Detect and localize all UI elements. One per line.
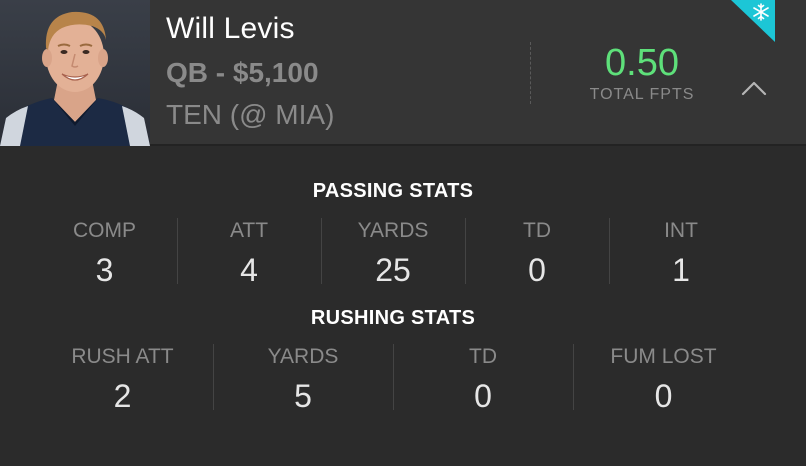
total-fpts-value: 0.50 [605, 42, 679, 84]
stat-value: 3 [95, 252, 114, 288]
player-name: Will Levis [166, 12, 295, 45]
stat-value: 1 [672, 252, 690, 288]
total-fpts-label: TOTAL FPTS [589, 86, 695, 103]
player-photo [0, 0, 150, 146]
stat-label: FUM LOST [610, 345, 717, 368]
stat-label: ATT [229, 219, 269, 242]
stat-rush-att: RUSH ATT 2 [32, 344, 213, 416]
stat-value: 2 [113, 378, 132, 414]
stat-label: YARDS [357, 219, 429, 242]
position-salary: QB - $5,100 [166, 57, 319, 88]
stat-value: 25 [375, 252, 411, 288]
stat-value: 0 [474, 378, 492, 414]
stat-label: YARDS [267, 345, 339, 368]
stat-comp: COMP 3 [32, 218, 177, 290]
stat-yards: YARDS 25 [321, 218, 465, 290]
matchup: TEN (@ MIA) [166, 99, 335, 130]
stat-rush-yards: YARDS 5 [213, 344, 393, 416]
stat-label: COMP [73, 219, 136, 242]
player-stats-card: Will Levis QB - $5,100 TEN (@ MIA) 0.50 … [0, 0, 806, 466]
collapse-button[interactable] [738, 76, 770, 100]
chevron-up-icon [741, 81, 767, 96]
header-divider [530, 42, 531, 104]
stat-rush-td: TD 0 [393, 344, 573, 416]
rushing-stats-title: RUSHING STATS [310, 307, 476, 329]
stat-value: 4 [240, 252, 258, 288]
passing-stats-row: COMP 3 ATT 4 YARDS 25 TD 0 INT 1 [32, 218, 753, 290]
stat-label: RUSH ATT [71, 345, 174, 368]
player-header[interactable]: Will Levis QB - $5,100 TEN (@ MIA) 0.50 … [0, 0, 806, 146]
stat-int: INT 1 [609, 218, 753, 290]
stat-label: TD [469, 345, 497, 368]
corner-badge [731, 0, 775, 42]
rushing-stats-row: RUSH ATT 2 YARDS 5 TD 0 FUM LOST 0 [32, 344, 754, 416]
stat-att: ATT 4 [177, 218, 321, 290]
stat-fum-lost: FUM LOST 0 [573, 344, 754, 416]
stat-value: 0 [528, 252, 546, 288]
stat-label: TD [523, 219, 551, 242]
stat-td: TD 0 [465, 218, 609, 290]
stat-label: INT [664, 219, 698, 242]
stat-value: 0 [654, 378, 673, 414]
passing-stats-title: PASSING STATS [312, 180, 474, 202]
stat-value: 5 [294, 378, 312, 414]
player-headshot-image [0, 0, 150, 146]
snowflake-icon [731, 0, 775, 42]
